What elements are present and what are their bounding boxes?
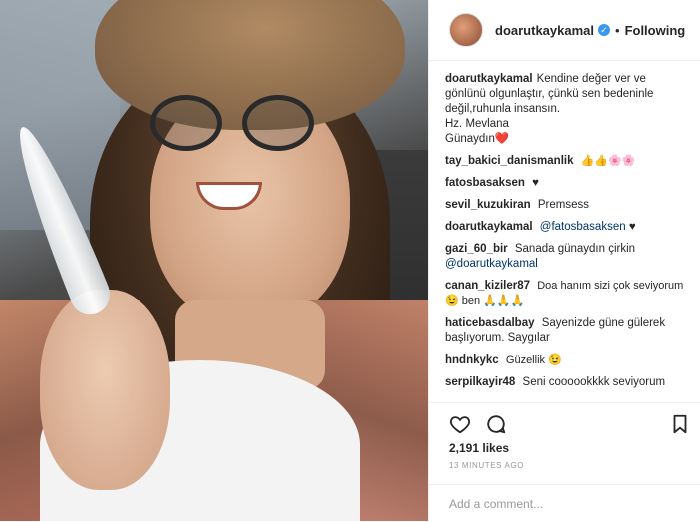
- comment-username[interactable]: hndnkykc: [445, 354, 499, 366]
- comment-text: Seni coooookkkk seviyorum: [522, 376, 666, 388]
- comment-item: haticebasdalbay Sayenizde güne gülerek b…: [445, 316, 687, 346]
- comment-item: serpilkayir48 Seni coooookkkk seviyorum: [445, 375, 687, 390]
- comment-username[interactable]: haticebasdalbay: [445, 317, 534, 329]
- heart-icon[interactable]: [449, 413, 471, 435]
- comment-text: 👍👍🌸🌸: [580, 155, 636, 167]
- comment-username[interactable]: fatosbasaksen: [445, 177, 525, 189]
- comment-text: ♥: [628, 221, 636, 233]
- comment-username[interactable]: serpilkayir48: [445, 376, 515, 388]
- comment-username[interactable]: canan_kiziler87: [445, 280, 530, 292]
- comment-item: doarutkaykamal @fatosbasaksen ♥: [445, 220, 687, 235]
- comment-username[interactable]: gazi_60_bir: [445, 243, 508, 255]
- comment-list[interactable]: doarutkaykamal Kendine değer ver ve gönlü…: [445, 72, 687, 397]
- comment-text: ♥: [532, 177, 539, 189]
- avatar[interactable]: [449, 13, 483, 47]
- comment-text: Premsess: [537, 199, 589, 211]
- caption-line2: Hz. Mevlana: [445, 118, 509, 130]
- timestamp[interactable]: 13 MINUTES AGO: [449, 461, 524, 470]
- comment-username[interactable]: doarutkaykamal: [445, 221, 533, 233]
- comment-item: canan_kiziler87 Doa hanım sizi çok seviy…: [445, 279, 687, 309]
- comment-item: gazi_60_bir Sanada günaydın çirkin @doar…: [445, 242, 687, 272]
- verified-badge-icon: ✓: [598, 24, 610, 36]
- comment-bubble-icon[interactable]: [485, 413, 507, 435]
- glasses: [150, 95, 320, 151]
- comment-mention[interactable]: @fatosbasaksen: [540, 221, 626, 233]
- likes-count[interactable]: 2,191 likes: [449, 441, 509, 455]
- comment-mention[interactable]: @doarutkaykamal: [445, 257, 687, 272]
- bookmark-icon[interactable]: [669, 413, 691, 435]
- header-username[interactable]: doarutkaykamal: [495, 23, 594, 38]
- caption-line3: Günaydın❤️: [445, 133, 510, 145]
- comment-item: hndnkykc Güzellik 😉: [445, 353, 687, 368]
- action-bar: [429, 402, 700, 441]
- comment-username[interactable]: tay_bakici_danismanlik: [445, 155, 573, 167]
- comment-item: tay_bakici_danismanlik 👍👍🌸🌸: [445, 154, 687, 169]
- hand: [40, 290, 170, 490]
- comment-text: Güzellik 😉: [505, 354, 562, 366]
- header-separator: •: [615, 22, 620, 38]
- comment-text: Sanada günaydın çirkin: [514, 243, 636, 255]
- comment-username[interactable]: sevil_kuzukiran: [445, 199, 531, 211]
- following-button[interactable]: Following: [625, 23, 686, 38]
- post-header: doarutkaykamal ✓ • Following: [429, 0, 700, 61]
- caption-username[interactable]: doarutkaykamal: [445, 73, 533, 85]
- comment-item: sevil_kuzukiran Premsess: [445, 198, 687, 213]
- comment-item: fatosbasaksen ♥: [445, 176, 687, 191]
- comment-input[interactable]: [447, 494, 681, 514]
- add-comment-bar: [429, 484, 700, 522]
- post-photo[interactable]: [0, 0, 428, 521]
- caption: doarutkaykamal Kendine değer ver ve gönlü…: [445, 72, 687, 147]
- instagram-post: doarutkaykamal ✓ • Following doarutkayka…: [0, 0, 700, 521]
- post-sidebar: doarutkaykamal ✓ • Following doarutkayka…: [428, 0, 700, 521]
